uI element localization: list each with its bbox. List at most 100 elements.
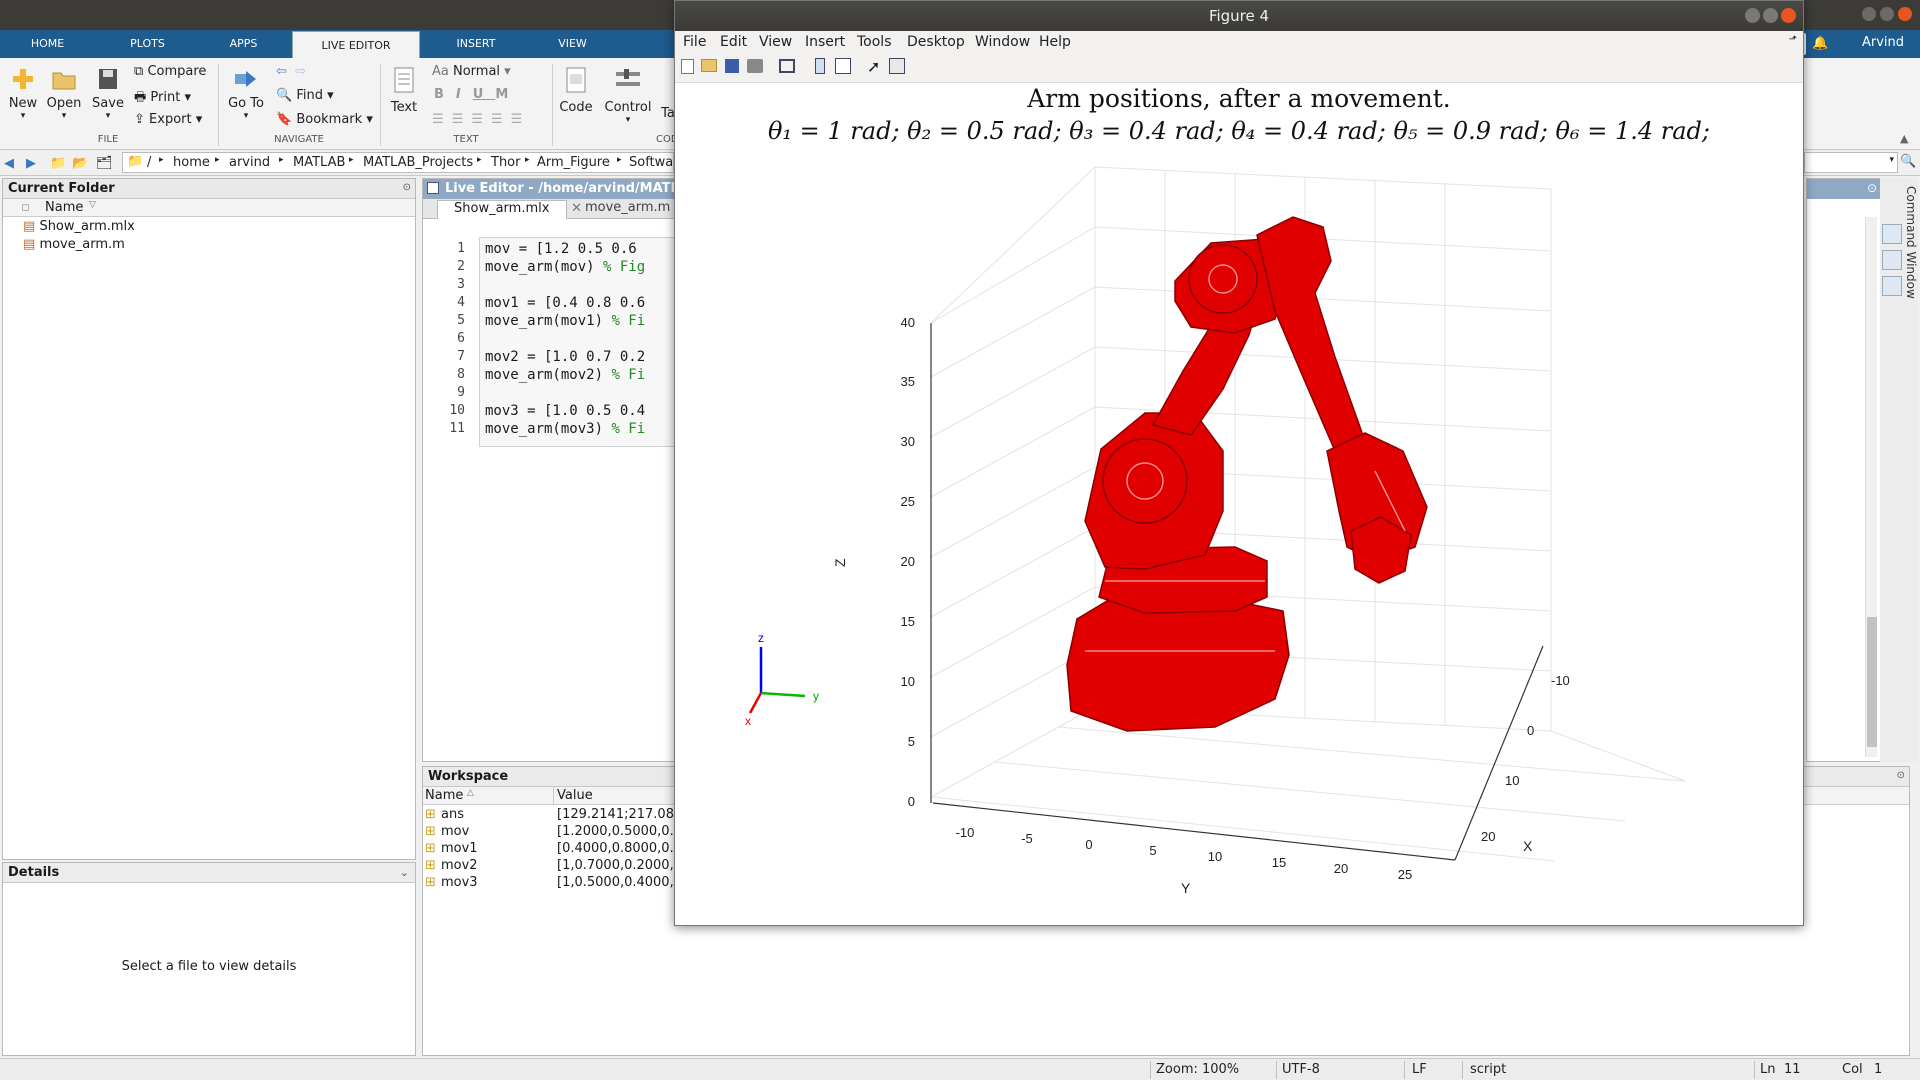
find-button[interactable]: 🔍 Find ▾ (276, 88, 334, 103)
code-line[interactable]: move_arm(mov1) % Fi (485, 313, 645, 329)
browse-folder-icon[interactable]: 📂 (72, 156, 88, 171)
code-line[interactable]: mov = [1.2 0.5 0.6 (485, 241, 637, 257)
tab-insert[interactable]: INSERT (436, 30, 516, 58)
list-align-buttons[interactable]: ☰☰☰☰☰ (432, 112, 530, 127)
path-dropdown[interactable]: ▾ (1804, 152, 1898, 173)
close-icon[interactable] (1781, 8, 1796, 23)
value-column[interactable]: Value (557, 788, 593, 803)
colorbar-icon[interactable] (815, 58, 825, 74)
breadcrumb-projects[interactable]: MATLAB_Projects (363, 155, 473, 170)
up-folder-icon[interactable]: 📁 (50, 156, 66, 171)
figure-menu-bar: File Edit View Insert Tools Desktop Wind… (675, 31, 1803, 53)
tab-show-arm[interactable]: Show_arm.mlx ✕ (437, 200, 582, 219)
tab-view[interactable]: VIEW (535, 30, 610, 58)
export-button[interactable]: ⇪ Export ▾ (134, 112, 202, 127)
text-button[interactable]: Text (386, 66, 422, 115)
forward-icon[interactable]: ▶ (26, 156, 36, 171)
code-line[interactable]: mov2 = [1.0 0.7 0.2 (485, 349, 645, 365)
menu-desktop[interactable]: Desktop (907, 34, 965, 50)
scrollbar[interactable] (1865, 217, 1877, 757)
menu-edit[interactable]: Edit (720, 34, 747, 50)
menu-window[interactable]: Window (975, 34, 1030, 50)
scroll-thumb[interactable] (1867, 617, 1877, 747)
close-icon[interactable] (1898, 7, 1912, 21)
back-icon[interactable]: ◀ (4, 156, 14, 171)
file-item[interactable]: ▤ move_arm.m (23, 237, 125, 252)
tab-live-editor[interactable]: LIVE EDITOR (292, 31, 420, 59)
back-forward-buttons[interactable]: ⇦ ⇨ (276, 64, 306, 79)
column-header[interactable]: ▫ Name ▽ (3, 199, 415, 217)
search-folder-icon[interactable]: 🔍 (1900, 154, 1916, 169)
tab-home[interactable]: HOME (10, 30, 85, 58)
column-number: 1 (1874, 1062, 1883, 1077)
save-button[interactable]: Save ▾ (90, 66, 126, 121)
pointer-icon[interactable]: ➚ (867, 57, 880, 76)
new-figure-icon[interactable] (681, 59, 694, 74)
panel-options-icon[interactable]: ⊙ (403, 182, 411, 193)
new-button[interactable]: New ▾ (6, 66, 40, 121)
menu-file[interactable]: File (683, 34, 706, 50)
menu-tools[interactable]: Tools (857, 34, 892, 50)
open-file-icon[interactable] (701, 59, 717, 72)
collapse-ribbon-icon[interactable]: ▲ (1900, 132, 1908, 145)
code-line[interactable]: mov3 = [1.0 0.5 0.4 (485, 403, 645, 419)
name-column[interactable]: Name (45, 200, 83, 215)
command-window-tab[interactable]: Command Window (1904, 186, 1918, 326)
bell-icon[interactable]: 🔔 (1812, 36, 1828, 51)
file-item[interactable]: ▤ Show_arm.mlx (23, 219, 135, 234)
variable-name: mov3 (441, 875, 478, 890)
maximize-icon[interactable] (1763, 8, 1778, 23)
control-button[interactable]: Control ▾ (604, 66, 652, 125)
breadcrumb-software[interactable]: Softwar (629, 155, 679, 170)
legend-icon[interactable] (835, 58, 851, 74)
compare-button[interactable]: ⧉ Compare (134, 64, 206, 79)
code-line[interactable]: mov1 = [0.4 0.8 0.6 (485, 295, 645, 311)
minimize-icon[interactable] (1745, 8, 1760, 23)
maximize-icon[interactable] (1880, 7, 1894, 21)
path-field[interactable]: 📁 / ▸ home ▸ arvind ▸ MATLAB ▸ MATLAB_Pr… (122, 152, 679, 173)
monospace-icon[interactable]: M (495, 87, 520, 102)
panel-options-icon[interactable]: ⊙ (1867, 181, 1877, 195)
print-button[interactable]: 🖶 Print ▾ (134, 88, 191, 110)
bold-icon[interactable]: B (434, 87, 456, 102)
breadcrumb-arvind[interactable]: arvind (229, 155, 270, 170)
minimize-icon[interactable] (1862, 7, 1876, 21)
user-menu[interactable]: Arvind (1862, 35, 1904, 50)
breadcrumb-home[interactable]: home (173, 155, 210, 170)
panel-options-icon[interactable]: ⊙ (1897, 770, 1905, 781)
code-line[interactable]: move_arm(mov3) % Fi (485, 421, 645, 437)
line-number: 1 (457, 241, 465, 256)
code-line[interactable]: move_arm(mov2) % Fi (485, 367, 645, 383)
menu-view[interactable]: View (759, 34, 792, 50)
style-dropdown[interactable]: Aa Normal ▾ (432, 64, 511, 79)
chevron-down-icon[interactable]: ⌄ (400, 866, 409, 879)
print-figure-icon[interactable] (747, 59, 763, 73)
plot-axes[interactable]: 0 5 10 15 20 25 30 35 40 -10 -5 0 5 10 1… (675, 151, 1805, 921)
breadcrumb-arm-figure[interactable]: Arm_Figure (537, 155, 610, 170)
code-line[interactable]: move_arm(mov) % Fig (485, 259, 645, 275)
menu-insert[interactable]: Insert (805, 34, 845, 50)
breadcrumb-thor[interactable]: Thor (491, 155, 520, 170)
tab-move-arm[interactable]: move_arm.m (571, 200, 683, 219)
breadcrumb-matlab[interactable]: MATLAB (293, 155, 345, 170)
menu-overflow-icon[interactable]: ⬏ (1789, 34, 1797, 45)
layout-icon[interactable] (1882, 276, 1902, 296)
refresh-folder-icon[interactable]: 🗂 (96, 156, 113, 171)
layout-icon[interactable] (1882, 224, 1902, 244)
name-column[interactable]: Name (425, 788, 463, 803)
breadcrumb-root[interactable]: / (147, 155, 151, 170)
italic-icon[interactable]: I (456, 87, 473, 102)
bookmark-button[interactable]: 🔖 Bookmark ▾ (276, 112, 373, 127)
tab-apps[interactable]: APPS (206, 30, 281, 58)
open-button[interactable]: Open ▾ (45, 66, 83, 121)
goto-button[interactable]: Go To ▾ (224, 66, 268, 121)
menu-help[interactable]: Help (1039, 34, 1071, 50)
tab-plots[interactable]: PLOTS (110, 30, 185, 58)
property-inspector-icon[interactable] (889, 58, 905, 74)
link-plot-icon[interactable] (779, 59, 795, 73)
underline-icon[interactable]: U (473, 87, 496, 102)
format-buttons[interactable]: BIUM (434, 87, 520, 102)
code-button[interactable]: Code (556, 66, 596, 115)
layout-icon[interactable] (1882, 250, 1902, 270)
save-figure-icon[interactable] (725, 59, 739, 73)
